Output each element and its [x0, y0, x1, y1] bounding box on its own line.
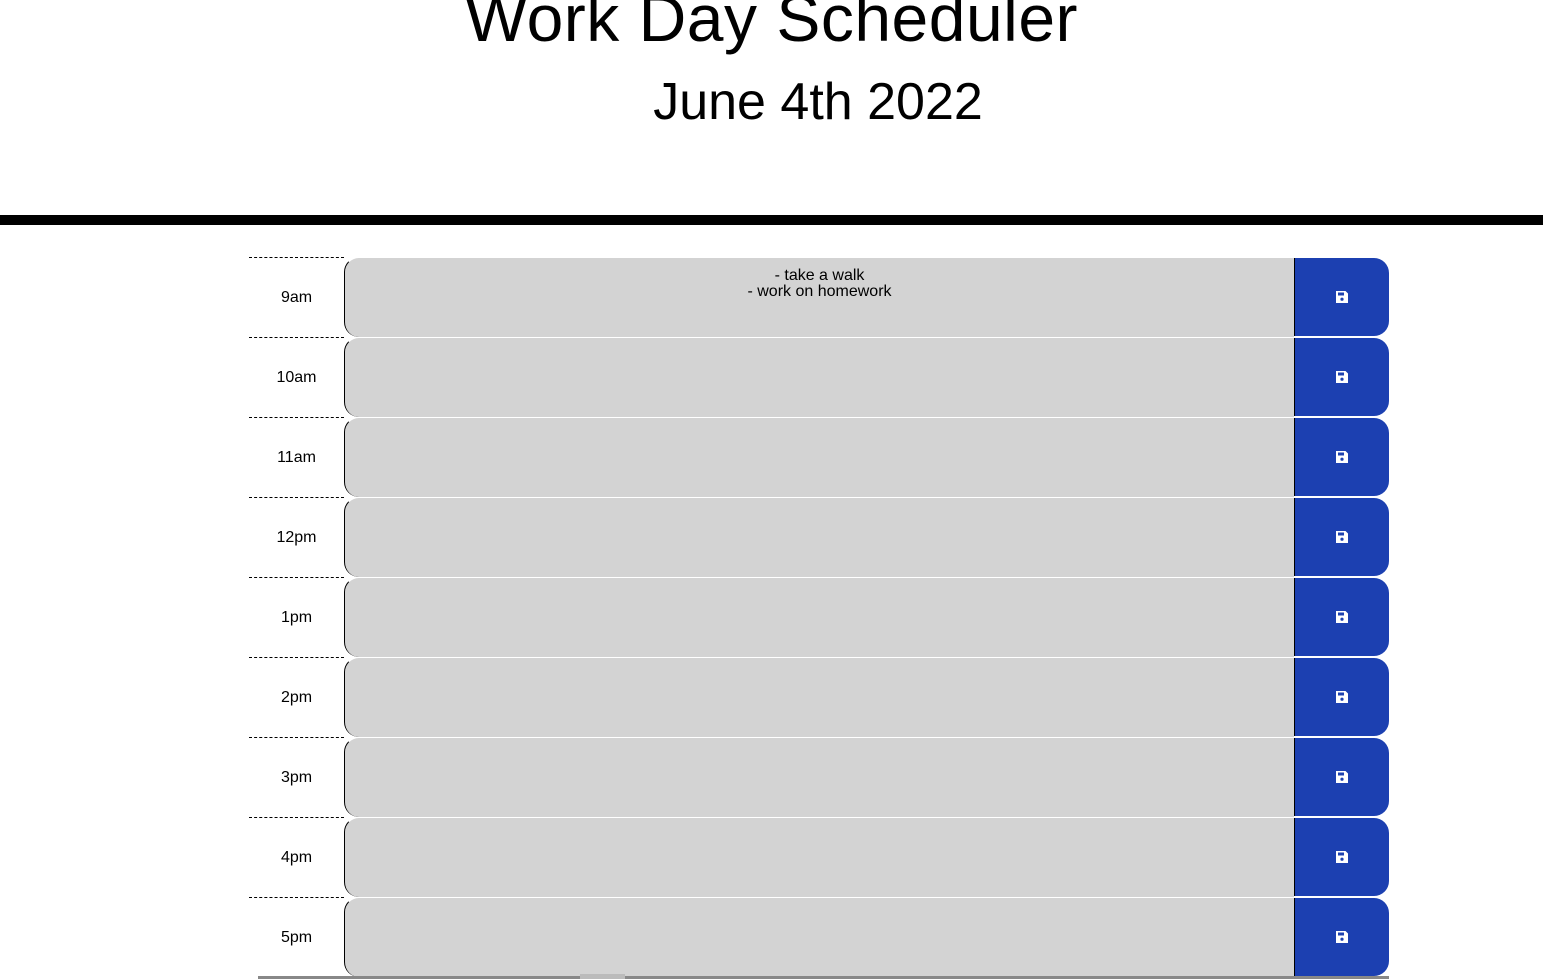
- scrollbar-thumb[interactable]: [580, 974, 625, 979]
- save-button[interactable]: [1294, 658, 1389, 736]
- hour-label: 4pm: [249, 817, 344, 897]
- description-container: [344, 417, 1294, 497]
- time-block-4pm: 4pm: [249, 817, 1389, 897]
- floppy-disk-icon: [1336, 451, 1348, 463]
- time-block-3pm: 3pm: [249, 737, 1389, 817]
- save-button[interactable]: [1294, 258, 1389, 336]
- current-date: June 4th 2022: [653, 73, 983, 131]
- time-block-2pm: 2pm: [249, 657, 1389, 737]
- time-block-5pm: 5pm: [249, 897, 1389, 977]
- description-container: - take a walk - work on homework: [344, 257, 1294, 337]
- hour-label: 2pm: [249, 657, 344, 737]
- description-container: [344, 337, 1294, 417]
- description-textarea[interactable]: [345, 578, 1294, 657]
- description-container: [344, 577, 1294, 657]
- description-container: [344, 737, 1294, 817]
- description-textarea[interactable]: - take a walk - work on homework: [345, 258, 1294, 337]
- floppy-disk-icon: [1336, 371, 1348, 383]
- time-block-container: 9am - take a walk - work on homework 10a…: [249, 257, 1389, 977]
- hour-label: 9am: [249, 257, 344, 337]
- page-title: Work Day Scheduler: [464, 0, 1079, 55]
- description-textarea[interactable]: [345, 418, 1294, 497]
- hour-label: 10am: [249, 337, 344, 417]
- description-container: [344, 657, 1294, 737]
- time-block-9am: 9am - take a walk - work on homework: [249, 257, 1389, 337]
- description-textarea[interactable]: [345, 818, 1294, 897]
- floppy-disk-icon: [1336, 531, 1348, 543]
- description-textarea[interactable]: [345, 658, 1294, 737]
- description-textarea[interactable]: [345, 898, 1294, 977]
- save-button[interactable]: [1294, 818, 1389, 896]
- description-container: [344, 497, 1294, 577]
- description-container: [344, 817, 1294, 897]
- description-textarea[interactable]: [345, 498, 1294, 577]
- description-textarea[interactable]: [345, 738, 1294, 817]
- description-textarea[interactable]: [345, 338, 1294, 417]
- floppy-disk-icon: [1336, 611, 1348, 623]
- hour-label: 11am: [249, 417, 344, 497]
- save-button[interactable]: [1294, 498, 1389, 576]
- floppy-disk-icon: [1336, 771, 1348, 783]
- header-divider: [0, 215, 1543, 225]
- floppy-disk-icon: [1336, 851, 1348, 863]
- floppy-disk-icon: [1336, 691, 1348, 703]
- time-block-1pm: 1pm: [249, 577, 1389, 657]
- save-button[interactable]: [1294, 898, 1389, 976]
- hour-label: 3pm: [249, 737, 344, 817]
- time-block-10am: 10am: [249, 337, 1389, 417]
- page-header: Work Day Scheduler June 4th 2022: [0, 0, 1543, 215]
- floppy-disk-icon: [1336, 931, 1348, 943]
- save-button[interactable]: [1294, 738, 1389, 816]
- save-button[interactable]: [1294, 338, 1389, 416]
- hour-label: 1pm: [249, 577, 344, 657]
- hour-label: 12pm: [249, 497, 344, 577]
- floppy-disk-icon: [1336, 291, 1348, 303]
- save-button[interactable]: [1294, 578, 1389, 656]
- description-container: [344, 897, 1294, 977]
- hour-label: 5pm: [249, 897, 344, 977]
- save-button[interactable]: [1294, 418, 1389, 496]
- time-block-11am: 11am: [249, 417, 1389, 497]
- time-block-12pm: 12pm: [249, 497, 1389, 577]
